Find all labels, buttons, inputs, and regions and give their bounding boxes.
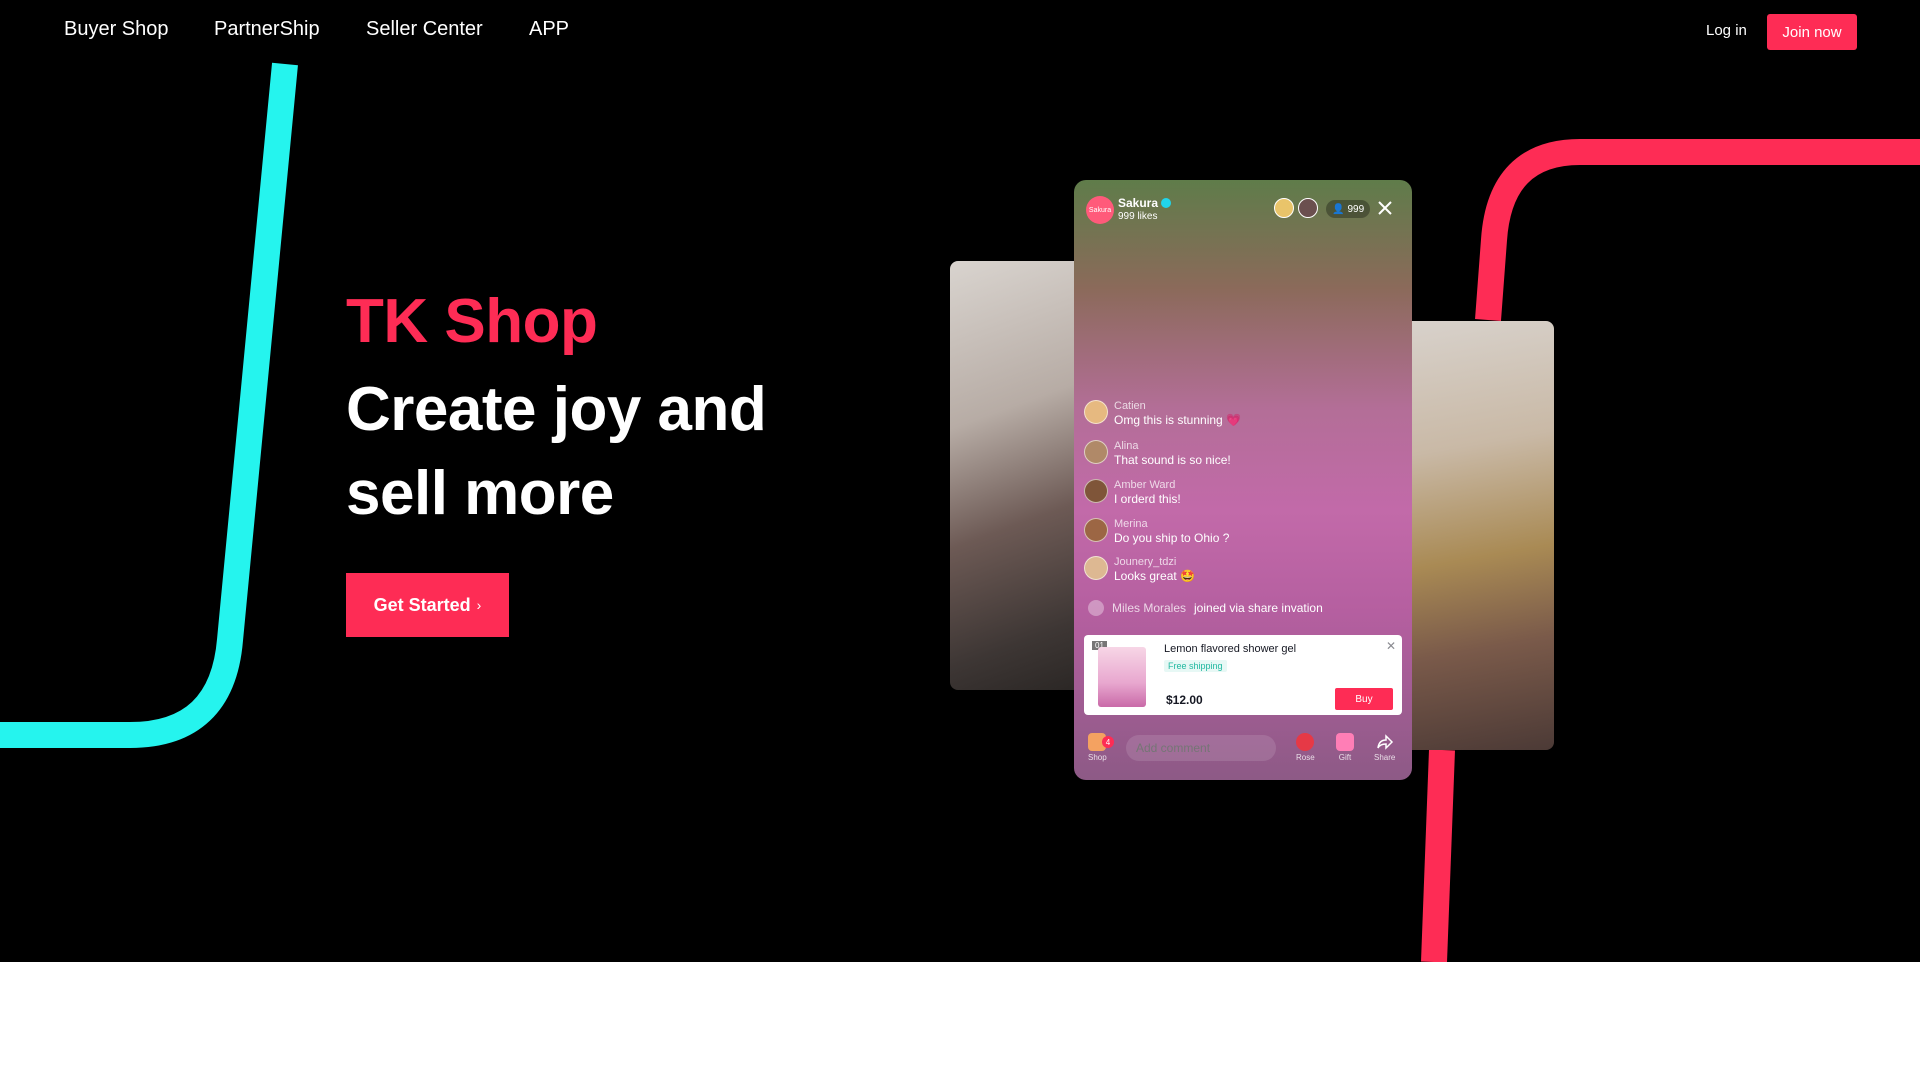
share-button[interactable]: Share — [1374, 733, 1395, 762]
creator-photo-left — [950, 261, 1090, 690]
comment-text: Looks great 🤩 — [1114, 569, 1195, 583]
login-link[interactable]: Log in — [1706, 22, 1747, 39]
verified-icon — [1161, 198, 1172, 208]
viewer-avatar — [1298, 198, 1318, 218]
hero-section: Buyer Shop PartnerShip Seller Center APP… — [0, 0, 1920, 962]
host-name: Sakura — [1118, 196, 1172, 210]
chat-comment: Amber Ward I orderd this! — [1084, 479, 1181, 506]
joiner-name: Miles Morales — [1112, 601, 1187, 615]
comment-text: Omg this is stunning 💗 — [1114, 413, 1241, 427]
wave-icon — [1088, 600, 1104, 616]
comment-text: I orderd this! — [1114, 492, 1181, 506]
host-name-text: Sakura — [1118, 196, 1159, 210]
hero-headline: Create joy and sell more — [346, 368, 767, 536]
nav-seller-center[interactable]: Seller Center — [366, 18, 483, 41]
viewer-count: 👤 999 — [1326, 200, 1371, 218]
commenter-name: Merina — [1114, 518, 1148, 530]
host-avatar[interactable]: Sakura — [1086, 196, 1114, 224]
live-stream-mockup: Sakura Sakura 999 likes 👤 999 Catien Omg … — [1074, 180, 1412, 780]
join-notification: Miles Morales joined via share invation — [1088, 600, 1323, 616]
nav-app[interactable]: APP — [529, 18, 569, 41]
gift-label: Gift — [1338, 753, 1352, 762]
commenter-name: Catien — [1114, 400, 1146, 412]
comment-text: That sound is so nice! — [1114, 453, 1231, 467]
headline-line-1: Create joy and — [346, 375, 767, 444]
rose-label: Rose — [1296, 753, 1315, 762]
share-label: Share — [1374, 753, 1396, 762]
product-card[interactable]: 01 Lemon flavored shower gel Free shippi… — [1084, 635, 1402, 715]
top-nav: Buyer Shop PartnerShip Seller Center APP… — [0, 0, 1920, 64]
creator-photo-right — [1398, 321, 1554, 750]
close-icon[interactable] — [1376, 199, 1394, 217]
shop-button[interactable]: Shop 4 — [1088, 733, 1114, 762]
comment-text: Do you ship to Ohio ? — [1114, 531, 1230, 545]
commenter-name: Amber Ward — [1114, 479, 1176, 491]
commenter-name: Jounery_tdzi — [1114, 556, 1177, 568]
shop-label: Shop — [1088, 753, 1107, 762]
chat-comment: Catien Omg this is stunning 💗 — [1084, 400, 1241, 427]
nav-partnership[interactable]: PartnerShip — [214, 18, 320, 41]
live-bottom-bar: Shop 4 Rose Gift Share — [1074, 725, 1412, 780]
commenter-avatar — [1084, 479, 1108, 503]
join-text: joined via share invation — [1194, 601, 1323, 615]
chat-comment: Merina Do you ship to Ohio ? — [1084, 518, 1229, 545]
commenter-avatar — [1084, 440, 1108, 464]
get-started-button[interactable]: Get Started › — [346, 573, 509, 637]
viewer-avatar — [1274, 198, 1294, 218]
free-shipping-badge: Free shipping — [1164, 660, 1227, 672]
share-icon — [1376, 734, 1393, 750]
gift-button[interactable]: Gift — [1336, 733, 1354, 762]
nav-buyer-shop[interactable]: Buyer Shop — [64, 18, 169, 41]
close-icon[interactable]: ✕ — [1386, 639, 1396, 653]
join-now-button[interactable]: Join now — [1767, 14, 1857, 50]
get-started-label: Get Started — [373, 594, 471, 615]
viewer-count-value: 999 — [1347, 203, 1365, 215]
host-likes: 999 likes — [1118, 211, 1158, 222]
product-price: $12.00 — [1166, 693, 1203, 707]
gift-icon — [1336, 733, 1354, 751]
brand-title: TK Shop — [346, 287, 598, 356]
chevron-right-icon: › — [476, 597, 482, 613]
product-image — [1098, 647, 1146, 707]
person-icon: 👤 — [1332, 203, 1345, 215]
commenter-avatar — [1084, 400, 1108, 424]
live-header: Sakura Sakura 999 likes 👤 999 — [1074, 180, 1412, 240]
headline-line-2: sell more — [346, 459, 614, 528]
rose-button[interactable]: Rose — [1296, 733, 1315, 762]
page-lower-section — [0, 962, 1920, 1080]
rose-icon — [1296, 733, 1315, 751]
chat-comment: Alina That sound is so nice! — [1084, 440, 1231, 467]
commenter-avatar — [1084, 556, 1108, 580]
shop-count-badge: 4 — [1102, 736, 1114, 748]
buy-button[interactable]: Buy — [1335, 688, 1393, 710]
product-title: Lemon flavored shower gel — [1164, 643, 1297, 655]
chat-comment: Jounery_tdzi Looks great 🤩 — [1084, 556, 1195, 583]
comment-input[interactable] — [1126, 735, 1276, 761]
commenter-avatar — [1084, 518, 1108, 542]
commenter-name: Alina — [1114, 440, 1139, 452]
